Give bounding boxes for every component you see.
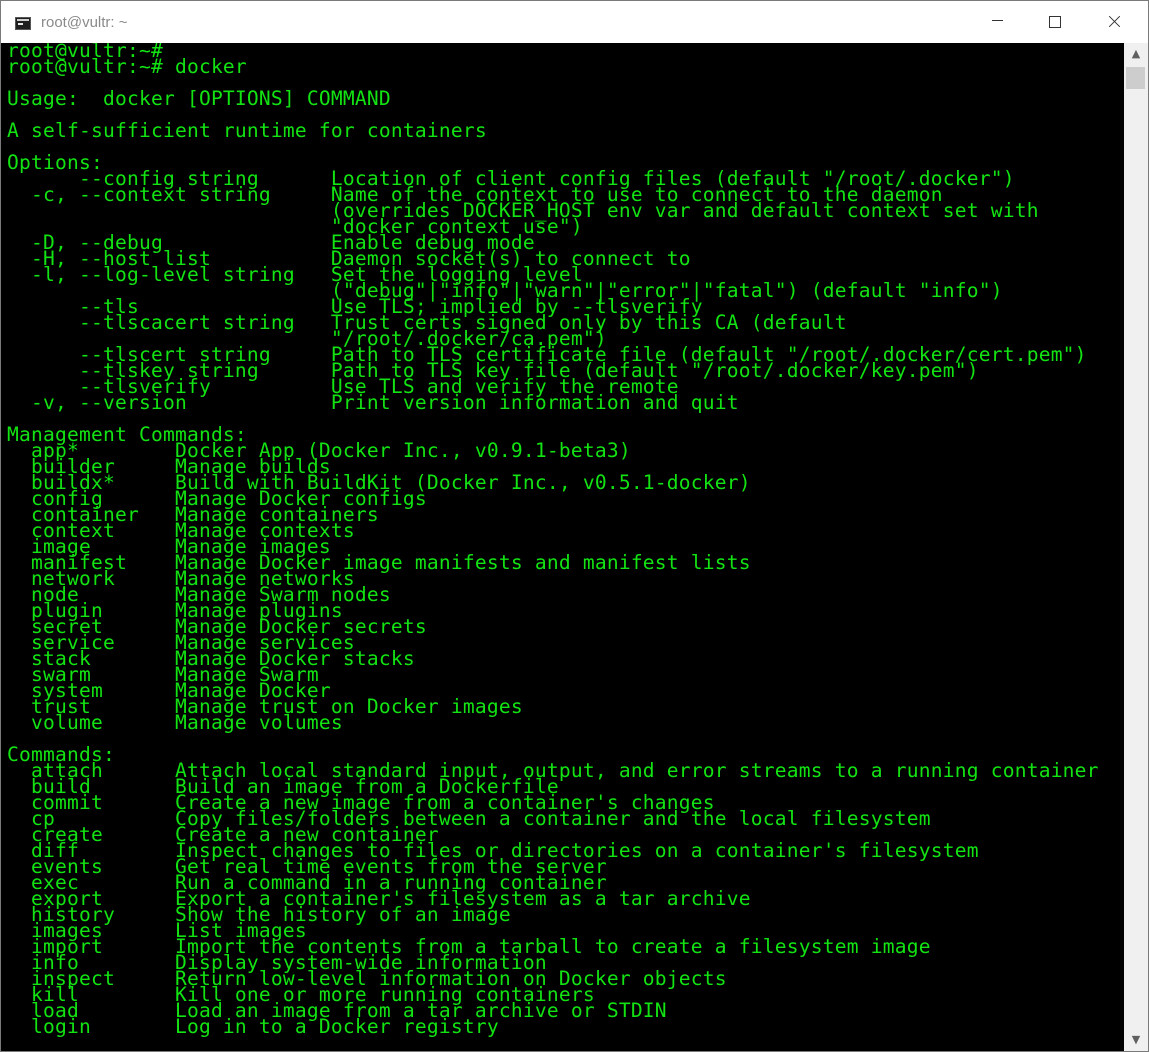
close-icon — [1107, 15, 1121, 29]
scroll-up-icon[interactable]: ▲ — [1124, 43, 1148, 65]
scrollbar-thumb[interactable] — [1126, 67, 1145, 89]
title-bar[interactable]: root@vultr: ~ — [1, 1, 1148, 43]
close-button[interactable] — [1085, 1, 1143, 43]
scroll-down-icon[interactable]: ▼ — [1124, 1029, 1148, 1051]
vertical-scrollbar[interactable]: ▲ ▼ — [1124, 43, 1148, 1051]
terminal-line: volume Manage volumes — [7, 711, 343, 734]
terminal-line: -v, --version Print version information … — [7, 391, 739, 414]
minimize-button[interactable] — [968, 1, 1026, 43]
terminal-output[interactable]: root@vultr:~# root@vultr:~# docker Usage:… — [1, 43, 1124, 1051]
terminal-line: Usage: docker [OPTIONS] COMMAND — [7, 87, 391, 110]
maximize-icon — [1049, 15, 1061, 28]
terminal-line: A self-sufficient runtime for containers — [7, 119, 487, 142]
window-title: root@vultr: ~ — [41, 14, 128, 31]
minimize-icon — [991, 20, 1003, 21]
maximize-button[interactable] — [1026, 1, 1084, 43]
terminal-text: root@vultr:~# root@vultr:~# docker Usage:… — [1, 43, 1124, 1036]
console-app-icon[interactable] — [15, 17, 31, 30]
terminal-line: root@vultr:~# docker — [7, 55, 247, 78]
terminal-window: root@vultr: ~ root@vultr:~# root@vultr:~#… — [0, 0, 1149, 1052]
